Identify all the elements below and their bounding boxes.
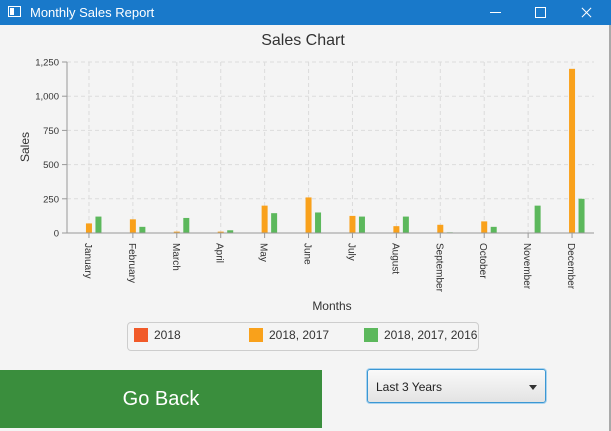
bar <box>393 226 400 233</box>
legend-item-2018-2017-2016: 2018, 2017, 2016 <box>364 328 477 342</box>
y-tick-label: 1,000 <box>35 92 59 103</box>
x-tick-label: November <box>521 243 532 290</box>
bar <box>183 217 190 233</box>
bar <box>315 212 322 233</box>
legend-swatch <box>364 328 378 342</box>
x-axis-label: Months <box>312 299 351 313</box>
bar <box>305 197 312 233</box>
y-tick-label: 500 <box>43 160 59 171</box>
chevron-down-icon <box>529 385 537 390</box>
legend-item-2018-2017: 2018, 2017 <box>249 328 329 342</box>
chart-legend: 2018 2018, 2017 2018, 2017, 2016 <box>127 322 479 351</box>
bar <box>534 205 541 233</box>
x-tick-label: April <box>214 243 225 263</box>
bar <box>95 216 102 233</box>
x-tick-label: September <box>433 243 444 293</box>
bar <box>261 205 268 233</box>
x-tick-label: February <box>126 243 137 283</box>
bar <box>349 215 356 233</box>
bar <box>481 221 488 233</box>
bar <box>139 226 146 233</box>
period-select-value: Last 3 Years <box>376 380 443 394</box>
x-tick-label: March <box>170 243 181 271</box>
bar <box>85 223 92 233</box>
close-button[interactable] <box>563 0 609 25</box>
bar <box>569 68 576 233</box>
x-tick-label: January <box>82 243 93 279</box>
bar <box>271 213 278 233</box>
y-tick-label: 0 <box>54 229 59 240</box>
x-tick-label: August <box>389 243 400 274</box>
x-tick-label: October <box>477 243 488 279</box>
bar <box>490 226 497 233</box>
x-tick-label: December <box>565 243 576 290</box>
legend-item-2018: 2018 <box>134 328 181 342</box>
x-tick-label: June <box>302 243 313 265</box>
maximize-button[interactable] <box>518 0 564 25</box>
plot-area <box>67 62 594 233</box>
go-back-button[interactable]: Go Back <box>0 370 322 428</box>
sales-chart: 0 250 500 750 1,000 1,250 January February March… <box>18 32 594 313</box>
bar <box>129 219 136 233</box>
chart-title: Sales Chart <box>261 32 345 49</box>
legend-swatch <box>249 328 263 342</box>
legend-swatch <box>134 328 148 342</box>
minimize-button[interactable] <box>473 0 519 25</box>
app-icon <box>8 6 21 17</box>
y-tick-label: 250 <box>43 194 59 205</box>
bar <box>402 216 409 233</box>
x-tick-label: July <box>345 243 356 261</box>
bar <box>578 198 585 233</box>
y-tick-label: 1,250 <box>35 58 59 69</box>
y-tick-label: 750 <box>43 126 59 137</box>
window-title: Monthly Sales Report <box>30 5 155 20</box>
x-tick-label: May <box>258 243 269 262</box>
legend-label: 2018, 2017 <box>269 328 330 342</box>
legend-label: 2018, 2017, 2016 <box>384 328 478 342</box>
period-select[interactable]: Last 3 Years <box>367 369 546 403</box>
title-bar: Monthly Sales Report <box>0 0 611 25</box>
legend-label: 2018 <box>154 328 181 342</box>
bar <box>358 216 365 233</box>
y-axis-label: Sales <box>18 132 32 162</box>
bar <box>437 224 444 233</box>
